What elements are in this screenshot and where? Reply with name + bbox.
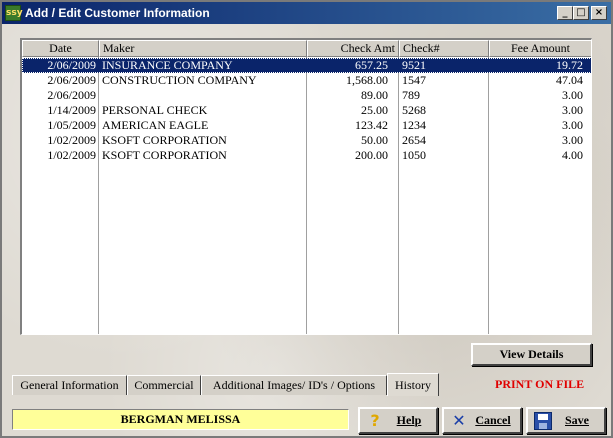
cell-fee-amount: 47.04 <box>556 73 583 87</box>
save-button-label: Save <box>565 413 589 427</box>
cell-maker <box>102 88 306 103</box>
table-row[interactable]: 2/06/2009 89.00 789 3.00 <box>22 88 591 103</box>
column-header-date[interactable]: Date <box>22 40 99 57</box>
table-row[interactable]: 1/02/2009 KSOFT CORPORATION 50.00 2654 3.00 <box>22 133 591 148</box>
table-row[interactable]: 1/05/2009 AMERICAN EAGLE 123.42 1234 3.00 <box>22 118 591 133</box>
cell-date: 1/02/2009 <box>47 148 96 162</box>
cell-check-number: 1050 <box>402 148 426 162</box>
table-row[interactable]: 2/06/2009 CONSTRUCTION COMPANY 1,568.00 154… <box>22 73 591 88</box>
column-header-check-number[interactable]: Check# <box>399 40 489 57</box>
table-row[interactable]: 2/06/2009 INSURANCE COMPANY 657.25 9521 19.7… <box>22 58 591 73</box>
customer-name-field: BERGMAN MELISSA <box>12 409 349 430</box>
cell-date: 1/14/2009 <box>47 103 96 117</box>
cell-date: 2/06/2009 <box>47 58 96 72</box>
cell-check-amt: 89.00 <box>361 88 388 102</box>
app-icon: ssy <box>5 5 23 21</box>
cell-fee-amount: 19.72 <box>556 58 583 72</box>
tab-general-information[interactable]: General Information <box>12 375 127 395</box>
minimize-button[interactable]: _ <box>557 6 573 20</box>
window-title: Add / Edit Customer Information <box>25 6 210 20</box>
cell-maker: CONSTRUCTION COMPANY <box>102 73 257 87</box>
table-row[interactable]: 1/02/2009 KSOFT CORPORATION 200.00 1050 4.00 <box>22 148 591 163</box>
cell-check-number: 789 <box>402 88 420 102</box>
cell-check-amt: 123.42 <box>355 118 388 132</box>
cell-fee-amount: 3.00 <box>562 103 583 117</box>
cell-check-number: 9521 <box>402 58 426 72</box>
column-header-maker[interactable]: Maker <box>99 40 307 57</box>
column-header-fee-amount[interactable]: Fee Amount <box>489 40 591 57</box>
cell-check-amt: 657.25 <box>355 58 388 72</box>
print-on-file-status: PRINT ON FILE <box>495 377 585 391</box>
cell-check-amt: 50.00 <box>361 133 388 147</box>
cell-maker: INSURANCE COMPANY <box>102 58 233 72</box>
cell-fee-amount: 3.00 <box>562 133 583 147</box>
cell-check-number: 2654 <box>402 133 426 147</box>
tab-strip: General Information Commercial Additiona… <box>12 373 442 397</box>
title-bar[interactable]: ssy Add / Edit Customer Information _ □ … <box>2 2 611 24</box>
cell-fee-amount: 3.00 <box>562 88 583 102</box>
cell-check-amt: 25.00 <box>361 103 388 117</box>
cell-check-number: 5268 <box>402 103 426 117</box>
cell-fee-amount: 3.00 <box>562 118 583 132</box>
save-button[interactable]: Save <box>526 407 606 434</box>
close-button[interactable]: × <box>591 6 607 20</box>
cell-maker: KSOFT CORPORATION <box>102 148 227 162</box>
cell-check-amt: 1,568.00 <box>346 73 388 87</box>
floppy-disk-icon <box>534 412 552 430</box>
help-button-label: Help <box>396 413 422 427</box>
cell-maker: AMERICAN EAGLE <box>102 118 209 132</box>
cell-fee-amount: 4.00 <box>562 148 583 162</box>
cancel-button-label: Cancel <box>475 413 511 427</box>
grid-header: Date Maker Check Amt Check# Fee Amount <box>22 40 591 57</box>
history-grid[interactable]: Date Maker Check Amt Check# Fee Amount 2… <box>20 38 592 335</box>
column-header-check-amt[interactable]: Check Amt <box>307 40 399 57</box>
cell-check-number: 1547 <box>402 73 426 87</box>
cancel-button[interactable]: ✕ Cancel <box>442 407 522 434</box>
cell-date: 1/05/2009 <box>47 118 96 132</box>
cell-date: 1/02/2009 <box>47 133 96 147</box>
tab-additional-images-ids-options[interactable]: Additional Images/ ID's / Options <box>201 375 387 395</box>
cell-check-amt: 200.00 <box>355 148 388 162</box>
cell-date: 2/06/2009 <box>47 73 96 87</box>
help-button[interactable]: ? Help <box>358 407 438 434</box>
tab-commercial[interactable]: Commercial <box>127 375 201 395</box>
x-icon: ✕ <box>452 411 466 430</box>
customer-info-window: ssy Add / Edit Customer Information _ □ … <box>0 0 613 438</box>
cell-maker: KSOFT CORPORATION <box>102 133 227 147</box>
view-details-button[interactable]: View Details <box>471 343 592 366</box>
cell-date: 2/06/2009 <box>47 88 96 102</box>
question-mark-icon: ? <box>370 411 380 430</box>
tab-history[interactable]: History <box>387 373 439 396</box>
cell-maker: PERSONAL CHECK <box>102 103 208 117</box>
maximize-button[interactable]: □ <box>573 6 589 20</box>
table-row[interactable]: 1/14/2009 PERSONAL CHECK 25.00 5268 3.00 <box>22 103 591 118</box>
cell-check-number: 1234 <box>402 118 426 132</box>
